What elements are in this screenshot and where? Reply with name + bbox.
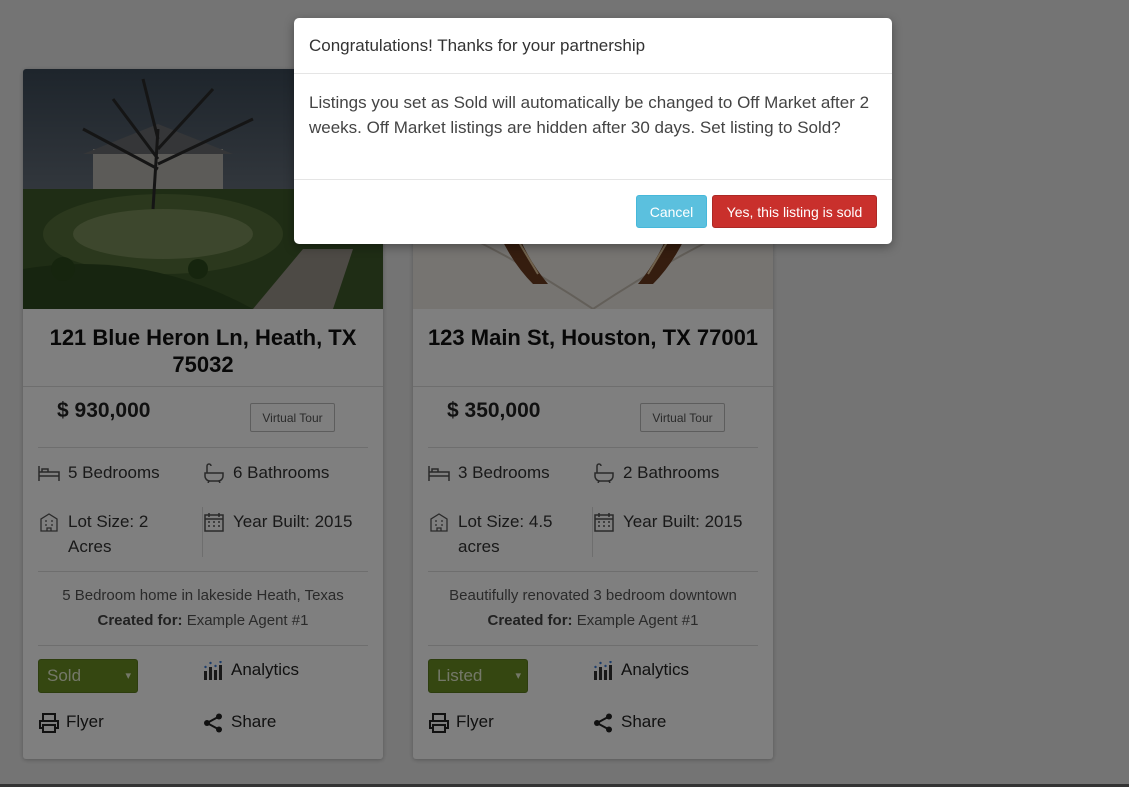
- divider: [294, 73, 892, 74]
- confirm-sold-modal: Congratulations! Thanks for your partner…: [294, 18, 892, 244]
- confirm-sold-button[interactable]: Yes, this listing is sold: [712, 195, 877, 228]
- modal-title: Congratulations! Thanks for your partner…: [309, 36, 646, 55]
- divider: [294, 179, 892, 180]
- cancel-button[interactable]: Cancel: [636, 195, 707, 228]
- modal-body: Listings you set as Sold will automatica…: [309, 93, 870, 137]
